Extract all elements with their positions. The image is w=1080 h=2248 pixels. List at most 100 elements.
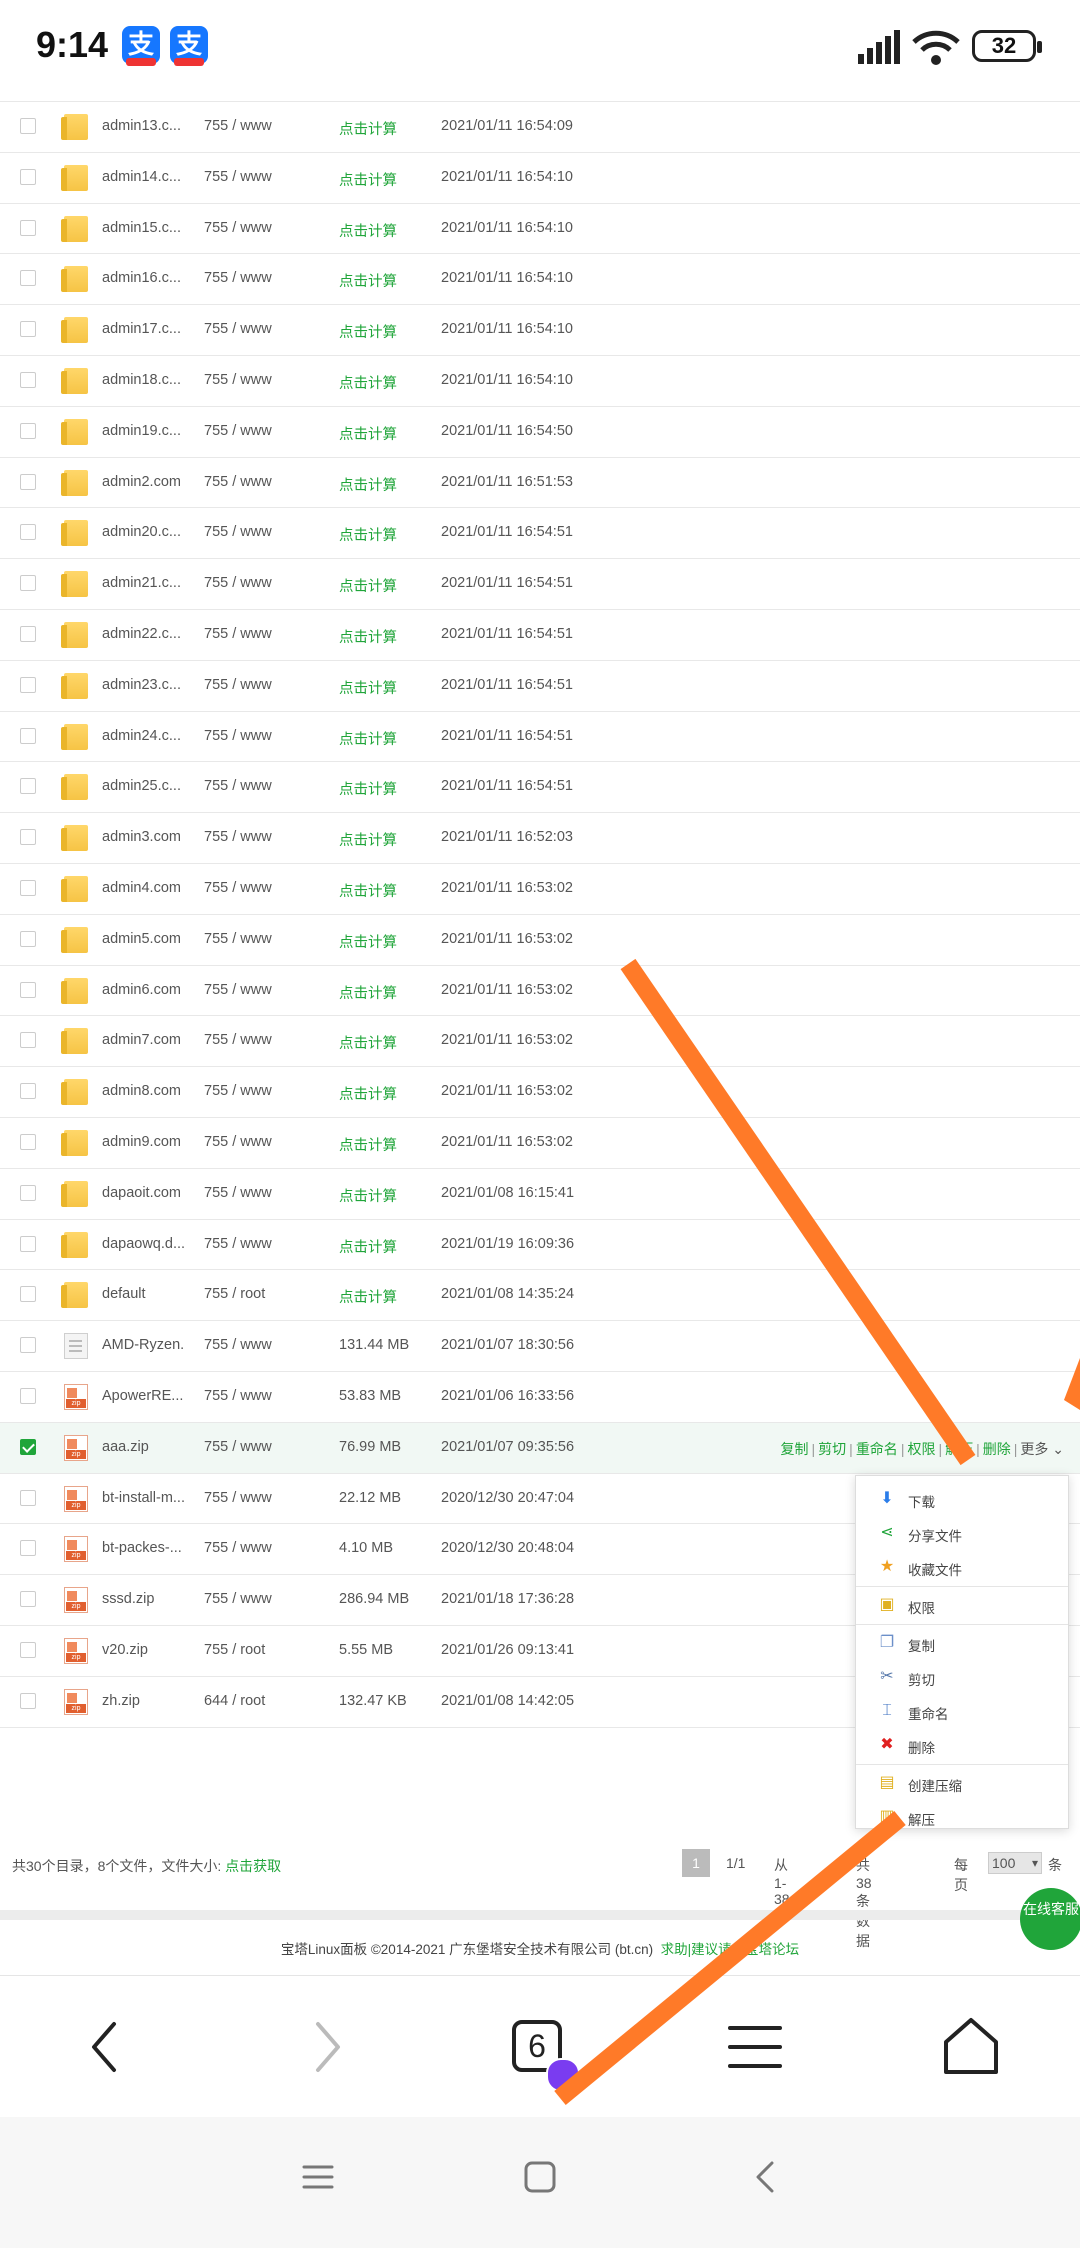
- file-permission[interactable]: 755 / root: [204, 1642, 265, 1658]
- file-size[interactable]: 点击计算: [339, 474, 397, 495]
- file-row[interactable]: admin25.c... 755 / www 点击计算 2021/01/11 16:5…: [0, 762, 1080, 814]
- file-name[interactable]: ApowerRE...: [102, 1388, 184, 1404]
- file-permission[interactable]: 755 / www: [204, 1388, 272, 1404]
- row-checkbox[interactable]: [20, 1133, 36, 1150]
- file-row[interactable]: admin5.com 755 / www 点击计算 2021/01/11 16:53:…: [0, 915, 1080, 966]
- file-size[interactable]: 点击计算: [339, 778, 397, 799]
- file-row[interactable]: admin23.c... 755 / www 点击计算 2021/01/11 16:5…: [0, 661, 1080, 712]
- file-name[interactable]: v20.zip: [102, 1642, 184, 1658]
- menu-item-rename[interactable]: ⌶ 重命名: [856, 1694, 1068, 1728]
- file-name[interactable]: admin5.com: [102, 931, 184, 947]
- menu-item-delete[interactable]: ✖ 删除: [856, 1728, 1068, 1762]
- row-checkbox[interactable]: [20, 168, 36, 185]
- file-permission[interactable]: 755 / www: [204, 1540, 272, 1556]
- file-name[interactable]: admin6.com: [102, 982, 184, 998]
- file-permission[interactable]: 755 / www: [204, 1083, 272, 1099]
- file-permission[interactable]: 755 / www: [204, 1032, 272, 1048]
- row-checkbox[interactable]: [20, 321, 36, 338]
- file-name[interactable]: admin15.c...: [102, 220, 184, 236]
- file-size[interactable]: 点击计算: [339, 423, 397, 444]
- row-checkbox[interactable]: [20, 1032, 36, 1049]
- file-row[interactable]: admin3.com 755 / www 点击计算 2021/01/11 16:52:…: [0, 813, 1080, 864]
- file-size[interactable]: 点击计算: [339, 220, 397, 241]
- row-checkbox[interactable]: [20, 829, 36, 846]
- file-name[interactable]: admin4.com: [102, 880, 184, 896]
- file-name[interactable]: default: [102, 1286, 184, 1302]
- file-name[interactable]: aaa.zip: [102, 1439, 184, 1455]
- file-name[interactable]: admin20.c...: [102, 524, 184, 540]
- row-checkbox[interactable]: [20, 1184, 36, 1201]
- file-row[interactable]: admin21.c... 755 / www 点击计算 2021/01/11 16:5…: [0, 559, 1080, 610]
- row-checkbox[interactable]: [20, 1286, 36, 1303]
- file-row[interactable]: admin4.com 755 / www 点击计算 2021/01/11 16:53:…: [0, 864, 1080, 915]
- file-permission[interactable]: 755 / www: [204, 1337, 272, 1353]
- row-action-link[interactable]: 重命名: [856, 1441, 898, 1457]
- file-permission[interactable]: 755 / www: [204, 778, 272, 794]
- row-checkbox[interactable]: [20, 473, 36, 490]
- file-row[interactable]: admin18.c... 755 / www 点击计算 2021/01/11 16:5…: [0, 356, 1080, 407]
- row-checkbox[interactable]: [20, 270, 36, 287]
- row-checkbox[interactable]: [20, 1083, 36, 1100]
- file-permission[interactable]: 755 / root: [204, 1286, 265, 1302]
- file-permission[interactable]: 755 / www: [204, 423, 272, 439]
- row-checkbox[interactable]: [20, 1387, 36, 1404]
- row-checkbox[interactable]: [20, 575, 36, 592]
- file-permission[interactable]: 755 / www: [204, 1591, 272, 1607]
- file-permission[interactable]: 755 / www: [204, 677, 272, 693]
- file-permission[interactable]: 755 / www: [204, 474, 272, 490]
- row-checkbox[interactable]: [20, 778, 36, 795]
- back-nav-icon[interactable]: [746, 2157, 786, 2197]
- file-size[interactable]: 点击计算: [339, 270, 397, 291]
- file-row[interactable]: admin14.c... 755 / www 点击计算 2021/01/11 16:5…: [0, 153, 1080, 204]
- row-checkbox[interactable]: [20, 118, 36, 134]
- file-row[interactable]: admin22.c... 755 / www 点击计算 2021/01/11 16:5…: [0, 610, 1080, 661]
- file-size[interactable]: 点击计算: [339, 1185, 397, 1206]
- file-name[interactable]: admin21.c...: [102, 575, 184, 591]
- file-row[interactable]: aaa.zip 755 / www 76.99 MB 2021/01/07 09:35…: [0, 1422, 1080, 1474]
- file-name[interactable]: sssd.zip: [102, 1591, 184, 1607]
- file-row[interactable]: AMD-Ryzen... 755 / www 131.44 MB 2021/01/07…: [0, 1321, 1080, 1372]
- file-name[interactable]: admin19.c...: [102, 423, 184, 439]
- file-row[interactable]: admin7.com 755 / www 点击计算 2021/01/11 16:53:…: [0, 1016, 1080, 1068]
- file-name[interactable]: admin8.com: [102, 1083, 184, 1099]
- file-size[interactable]: 点击计算: [339, 321, 397, 342]
- file-permission[interactable]: 755 / www: [204, 372, 272, 388]
- file-permission[interactable]: 755 / www: [204, 829, 272, 845]
- file-name[interactable]: admin3.com: [102, 829, 184, 845]
- row-checkbox[interactable]: [20, 1438, 36, 1455]
- file-size[interactable]: 点击计算: [339, 931, 397, 952]
- file-permission[interactable]: 755 / www: [204, 982, 272, 998]
- file-permission[interactable]: 755 / www: [204, 169, 272, 185]
- file-permission[interactable]: 755 / www: [204, 321, 272, 337]
- file-row[interactable]: dapaowq.d... 755 / www 点击计算 2021/01/19 16:0…: [0, 1220, 1080, 1271]
- file-size[interactable]: 点击计算: [339, 728, 397, 749]
- file-permission[interactable]: 755 / www: [204, 728, 272, 744]
- get-size-link[interactable]: 点击获取: [225, 1858, 281, 1874]
- file-row[interactable]: admin2.com 755 / www 点击计算 2021/01/11 16:51:…: [0, 458, 1080, 509]
- row-checkbox[interactable]: [20, 879, 36, 896]
- file-permission[interactable]: 755 / www: [204, 1490, 272, 1506]
- row-checkbox[interactable]: [20, 930, 36, 947]
- file-size[interactable]: 点击计算: [339, 1032, 397, 1053]
- file-permission[interactable]: 755 / www: [204, 1134, 272, 1150]
- menu-item-star[interactable]: ★ 收藏文件: [856, 1550, 1068, 1584]
- file-size[interactable]: 点击计算: [339, 982, 397, 1003]
- file-name[interactable]: admin22.c...: [102, 626, 184, 642]
- online-service-button[interactable]: 在线客服: [1020, 1888, 1080, 1950]
- file-row[interactable]: admin13.c... 755 / www 点击计算 2021/01/11 16:5…: [0, 102, 1080, 153]
- file-name[interactable]: admin9.com: [102, 1134, 184, 1150]
- file-name[interactable]: dapaowq.d...: [102, 1236, 184, 1252]
- file-size[interactable]: 点击计算: [339, 626, 397, 647]
- back-icon[interactable]: [60, 2002, 150, 2092]
- file-name[interactable]: dapaoit.com: [102, 1185, 184, 1201]
- file-size[interactable]: 点击计算: [339, 118, 397, 139]
- row-checkbox[interactable]: [20, 1337, 36, 1354]
- file-size[interactable]: 点击计算: [339, 1083, 397, 1104]
- file-row[interactable]: ApowerRE... 755 / www 53.83 MB 2021/01/06 1…: [0, 1372, 1080, 1423]
- file-name[interactable]: bt-install-m...: [102, 1490, 184, 1506]
- menu-item-cut[interactable]: ✂ 剪切: [856, 1660, 1068, 1694]
- file-row[interactable]: admin24.c... 755 / www 点击计算 2021/01/11 16:5…: [0, 712, 1080, 763]
- file-row[interactable]: admin12.c...755 / www点击计算2021/01/11 16:5…: [0, 88, 1080, 102]
- row-checkbox[interactable]: [20, 371, 36, 388]
- file-row[interactable]: admin6.com 755 / www 点击计算 2021/01/11 16:53:…: [0, 966, 1080, 1017]
